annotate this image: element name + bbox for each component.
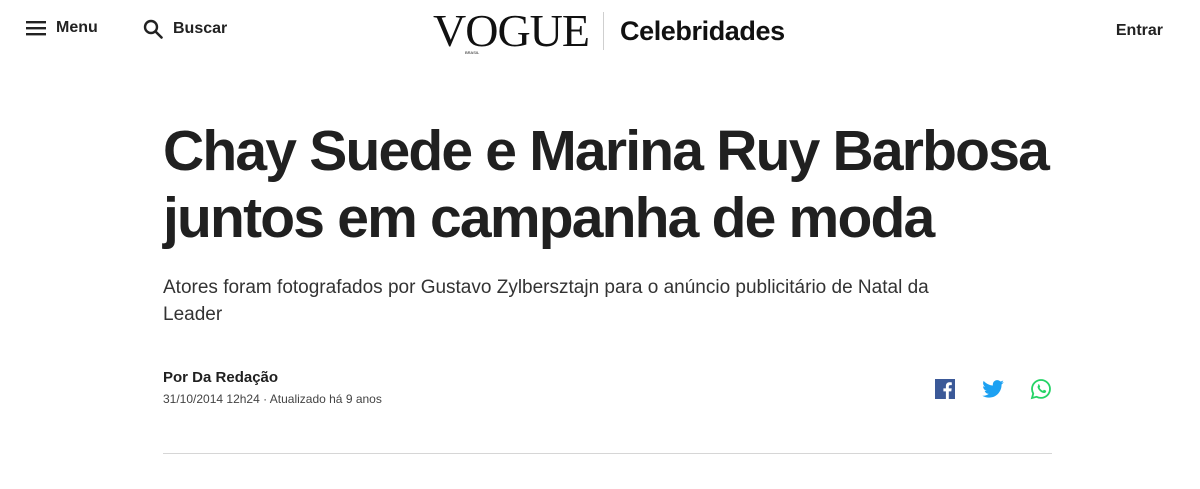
article-header: Chay Suede e Marina Ruy Barbosa juntos e…: [163, 118, 1053, 328]
menu-label: Menu: [56, 19, 98, 36]
menu-button[interactable]: Menu: [26, 19, 98, 37]
logo-text: VOGUE: [433, 5, 590, 56]
publish-meta: 31/10/2014 12h24 · Atualizado há 9 anos: [163, 392, 382, 406]
section-title[interactable]: Celebridades: [620, 16, 785, 47]
facebook-icon: [935, 378, 955, 404]
whatsapp-share-button[interactable]: [1030, 378, 1052, 405]
site-header: Menu Buscar VOGUE BRASIL Celebridades En…: [0, 0, 1200, 62]
brand: VOGUE BRASIL Celebridades: [433, 8, 785, 56]
twitter-icon: [982, 379, 1004, 403]
divider-line: [163, 453, 1052, 454]
logo-subtext: BRASIL: [465, 50, 480, 55]
search-icon: [143, 19, 163, 39]
headline: Chay Suede e Marina Ruy Barbosa juntos e…: [163, 119, 1050, 250]
search-button[interactable]: Buscar: [143, 19, 227, 39]
whatsapp-icon: [1030, 378, 1052, 405]
brand-divider: [602, 12, 604, 50]
hamburger-icon: [26, 20, 46, 36]
twitter-share-button[interactable]: [982, 379, 1004, 403]
facebook-share-button[interactable]: [934, 378, 956, 404]
search-label: Buscar: [173, 20, 228, 37]
subtitle: Atores foram fotografados por Gustavo Zy…: [163, 277, 929, 325]
byline: Por Da Redação 31/10/2014 12h24 · Atuali…: [163, 369, 382, 406]
vogue-logo[interactable]: VOGUE BRASIL: [433, 8, 590, 56]
login-button[interactable]: Entrar: [1116, 22, 1163, 40]
author: Por Da Redação: [163, 369, 279, 386]
share-bar: [934, 378, 1052, 405]
